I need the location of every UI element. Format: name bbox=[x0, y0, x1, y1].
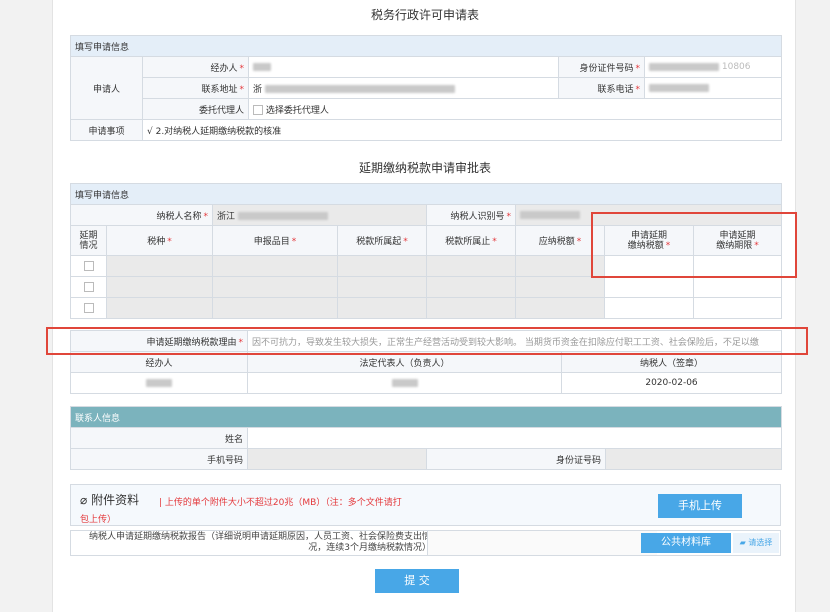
attachments-note-2: 包上传） bbox=[80, 515, 117, 525]
public-library-button[interactable]: 公共材料库 bbox=[641, 533, 731, 553]
sign-legal-value bbox=[247, 372, 562, 394]
delay-deadline-input[interactable] bbox=[692, 276, 783, 298]
contact-section-header: 联系人信息 bbox=[69, 406, 783, 428]
taxpayer-name-label: 纳税人名称 * bbox=[70, 204, 213, 226]
mobile-upload-button[interactable]: 手机上传 bbox=[658, 494, 742, 518]
contact-id-label: 身份证号码 bbox=[426, 448, 606, 470]
phone-label: 联系电话 * bbox=[558, 77, 645, 99]
row-checkbox[interactable] bbox=[70, 276, 107, 298]
col-end: 税款所属止 * bbox=[426, 225, 516, 256]
highlight-delay-columns bbox=[591, 212, 797, 278]
sign-date: 2020-02-06 bbox=[561, 372, 782, 394]
attachments-note: | 上传的单个附件大小不超过20兆（MB）（注：多个文件请打 bbox=[159, 498, 402, 508]
phone-field[interactable] bbox=[643, 77, 783, 99]
name-input[interactable] bbox=[246, 427, 783, 449]
agent-field[interactable] bbox=[248, 56, 559, 78]
matter-label: 申请事项 bbox=[70, 119, 143, 141]
row-checkbox[interactable] bbox=[70, 255, 107, 277]
address-field[interactable]: 浙 bbox=[248, 77, 559, 99]
delay-amount-input[interactable] bbox=[604, 297, 694, 319]
contact-id-input[interactable] bbox=[604, 448, 783, 470]
address-label: 联系地址 * bbox=[142, 77, 249, 99]
row-checkbox[interactable] bbox=[70, 297, 107, 319]
delegate-checkbox-cell[interactable]: 选择委托代理人 bbox=[247, 98, 783, 120]
taxpayer-name-field: 浙江 bbox=[212, 204, 427, 226]
paperclip-icon: ⌀ bbox=[80, 493, 88, 507]
section-header: 填写申请信息 bbox=[69, 183, 783, 205]
choose-file-button[interactable]: ▰ 请选择 bbox=[733, 533, 779, 553]
approval-title: 延期缴纳税款申请审批表 bbox=[358, 161, 491, 175]
delegate-option-label: 选择委托代理人 bbox=[265, 105, 329, 116]
col-status: 延期 情况 bbox=[70, 225, 107, 256]
delay-amount-input[interactable] bbox=[604, 276, 694, 298]
id-field[interactable]: 10806 bbox=[643, 56, 783, 78]
mobile-input[interactable] bbox=[247, 448, 427, 470]
delegate-label: 委托代理人 bbox=[142, 98, 249, 120]
attachments-header: ⌀ 附件资料 | 上传的单个附件大小不超过20兆（MB）（注：多个文件请打 包上… bbox=[70, 484, 781, 526]
col-item: 申报品目 * bbox=[212, 225, 338, 256]
col-tax-type: 税种 * bbox=[106, 225, 213, 256]
delay-deadline-input[interactable] bbox=[692, 297, 783, 319]
section-header: 填写申请信息 bbox=[69, 35, 783, 57]
name-label: 姓名 bbox=[70, 427, 248, 449]
page-container: 税务行政许可申请表 填写申请信息 申请人 经办人 * 身份证件号码 * 10806 … bbox=[52, 0, 796, 612]
attachments-title: ⌀ 附件资料 bbox=[80, 493, 140, 507]
folder-icon: ▰ bbox=[739, 538, 746, 547]
attachment-row: 纳税人申请延期缴纳税款报告（详细说明申请延期原因，人员工资、社会保险费支出情 况，… bbox=[70, 530, 781, 556]
form-title: 税务行政许可申请表 bbox=[370, 8, 479, 22]
mobile-label: 手机号码 bbox=[70, 448, 248, 470]
attachment-doc-name: 纳税人申请延期缴纳税款报告（详细说明申请延期原因，人员工资、社会保险费支出情 况，… bbox=[88, 532, 431, 553]
col-start: 税款所属起 * bbox=[337, 225, 427, 256]
delegate-checkbox[interactable] bbox=[253, 105, 263, 115]
applicant-label: 申请人 bbox=[70, 56, 143, 120]
agent-label: 经办人 * bbox=[142, 56, 249, 78]
taxpayer-id-label: 纳税人识别号 * bbox=[426, 204, 516, 226]
sign-agent-value bbox=[70, 372, 248, 394]
highlight-reason-row bbox=[46, 327, 808, 355]
contact-table: 联系人信息 姓名 手机号码 身份证号码 bbox=[69, 406, 783, 470]
applicant-table: 填写申请信息 申请人 经办人 * 身份证件号码 * 10806 联系地址 * 浙 联系… bbox=[69, 35, 783, 141]
submit-button[interactable]: 提 交 bbox=[375, 569, 459, 593]
matter-value: √ 2.对纳税人延期缴纳税款的核准 bbox=[141, 119, 783, 141]
id-label: 身份证件号码 * bbox=[558, 56, 645, 78]
